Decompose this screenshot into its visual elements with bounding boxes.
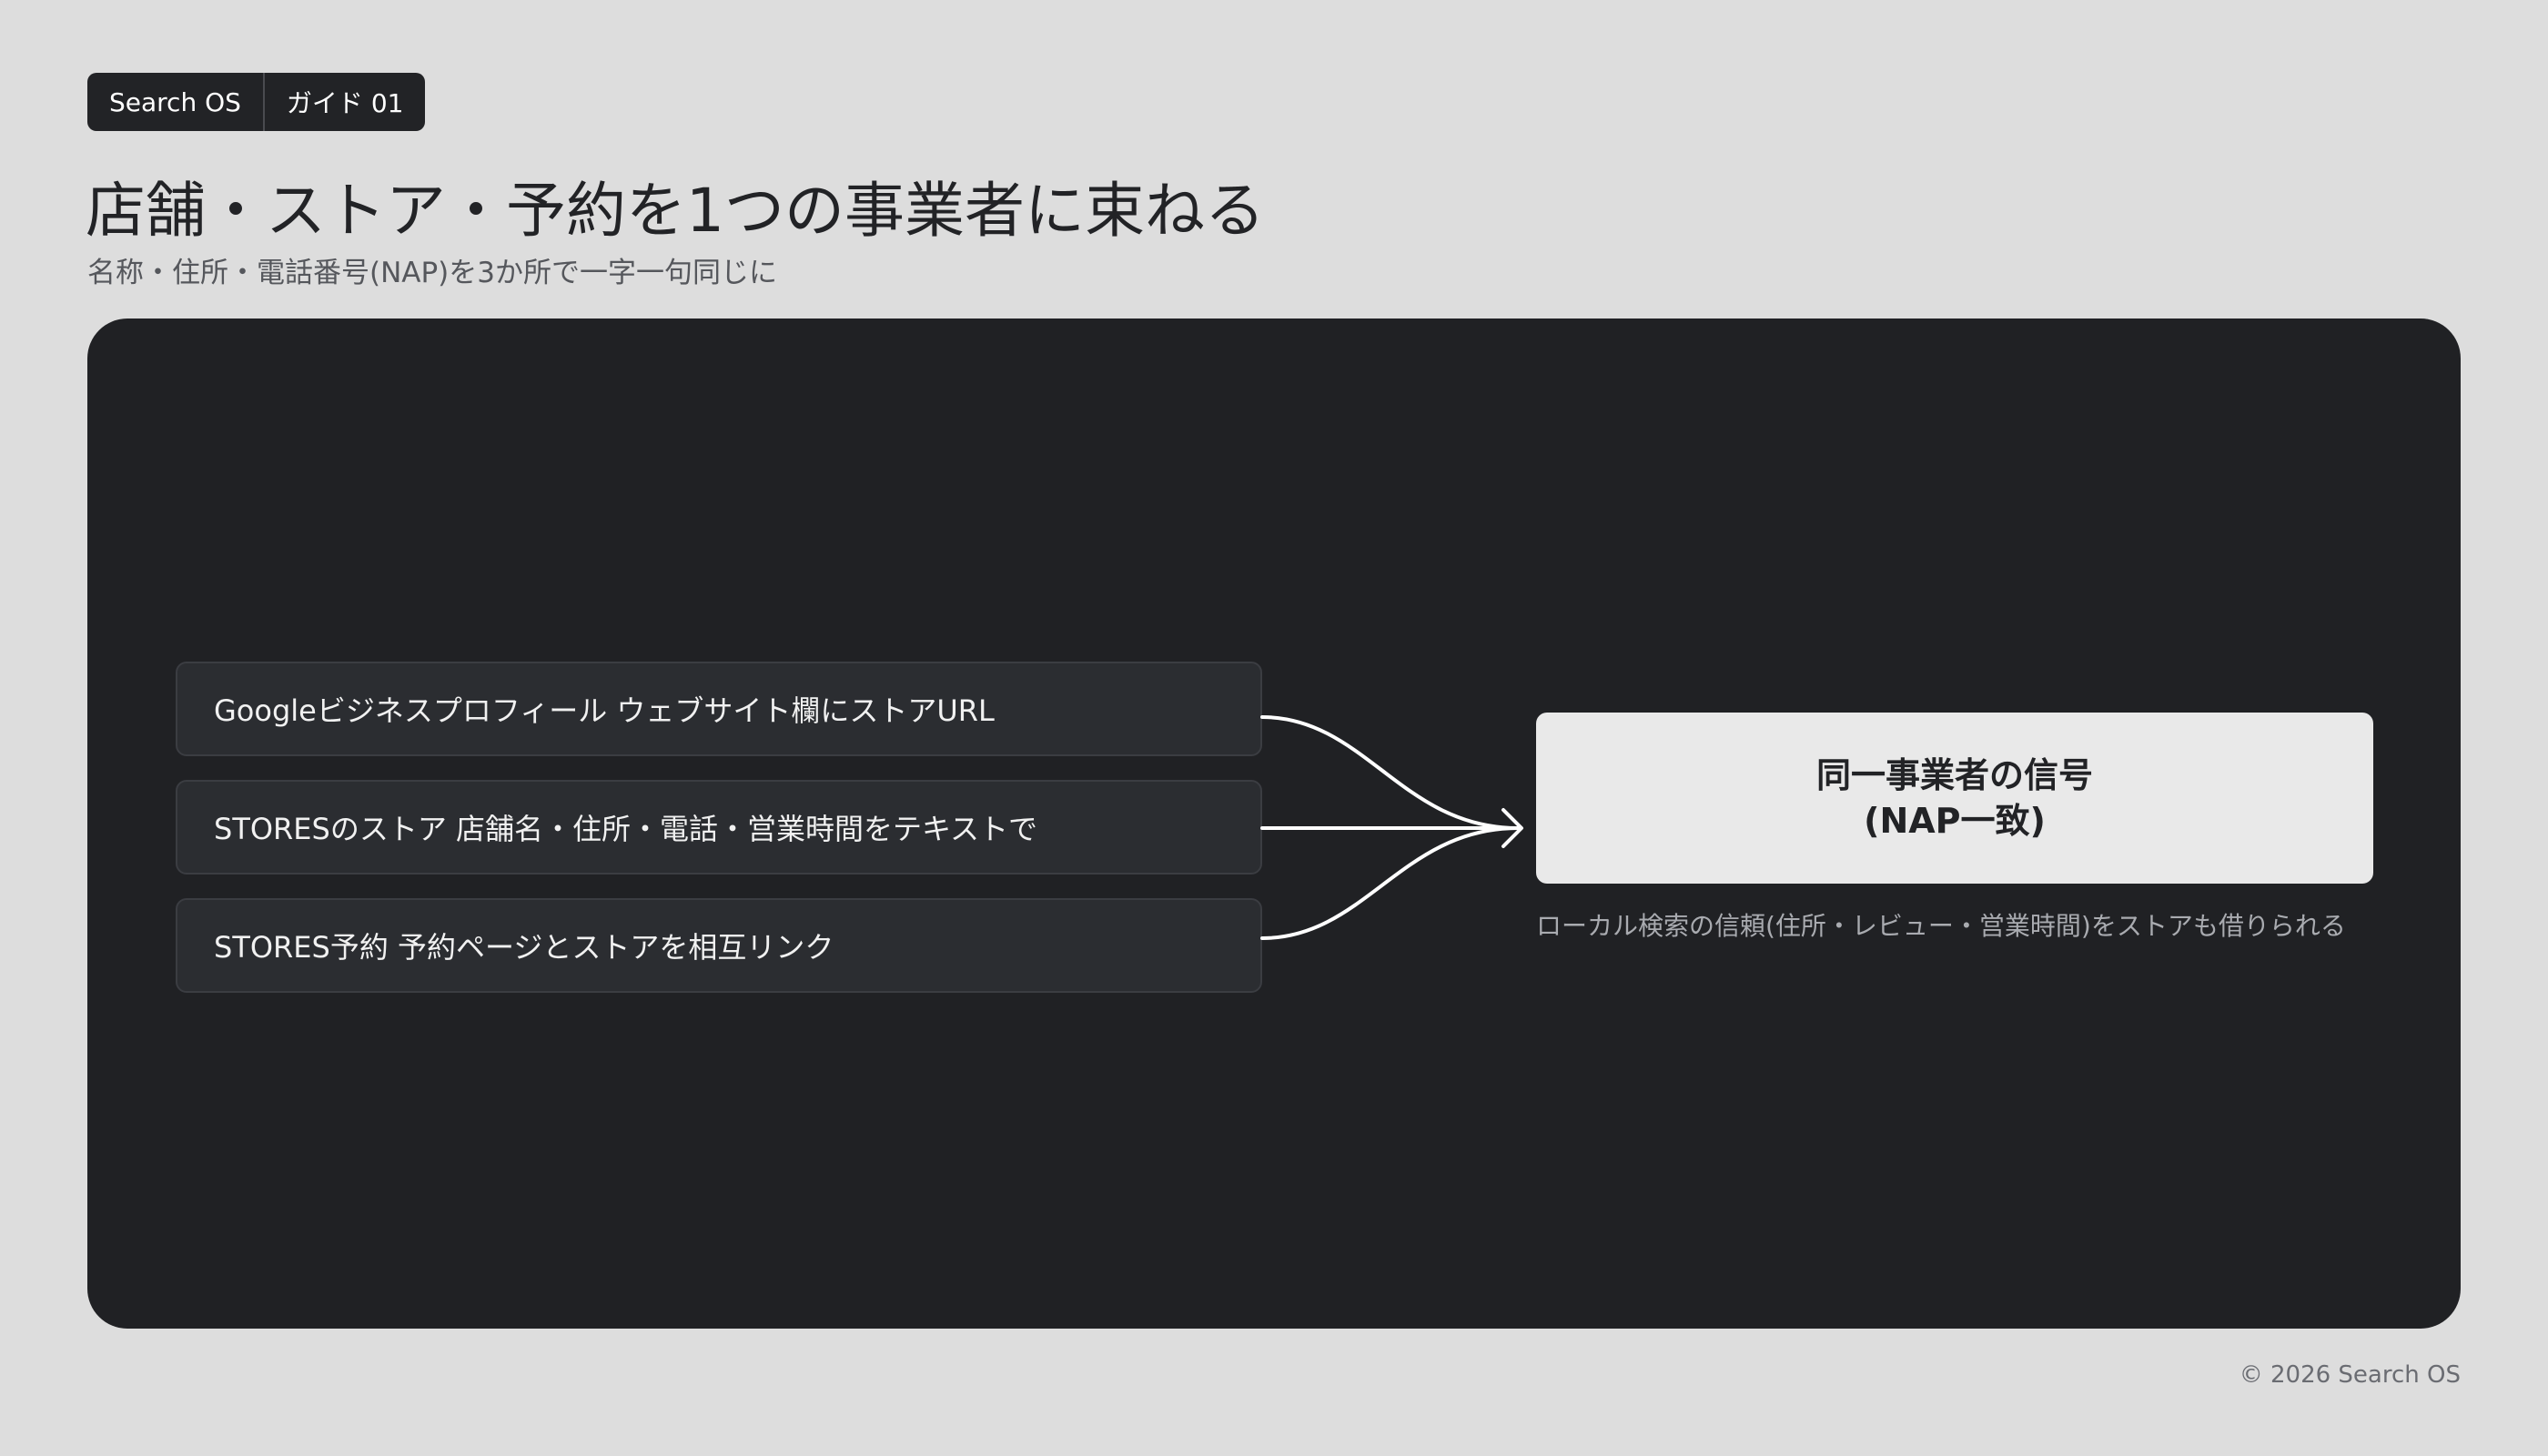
target-note: ローカル検索の信頼(住所・レビュー・営業時間)をストアも借りられる	[1536, 911, 2346, 941]
connector-line-1	[1260, 715, 1520, 830]
slide: Search OS ガイド 01 店舗・ストア・予約を1つの事業者に束ねる 名称…	[0, 0, 2548, 1456]
footer-copyright: © 2026 Search OS	[2239, 1361, 2461, 1389]
connector-line-3	[1260, 826, 1520, 940]
target-title: 同一事業者の信号	[1815, 755, 2093, 795]
target-subtitle: (NAP一致)	[1864, 801, 2046, 841]
target-box-same-business-signal: 同一事業者の信号 (NAP一致)	[1536, 713, 2373, 884]
